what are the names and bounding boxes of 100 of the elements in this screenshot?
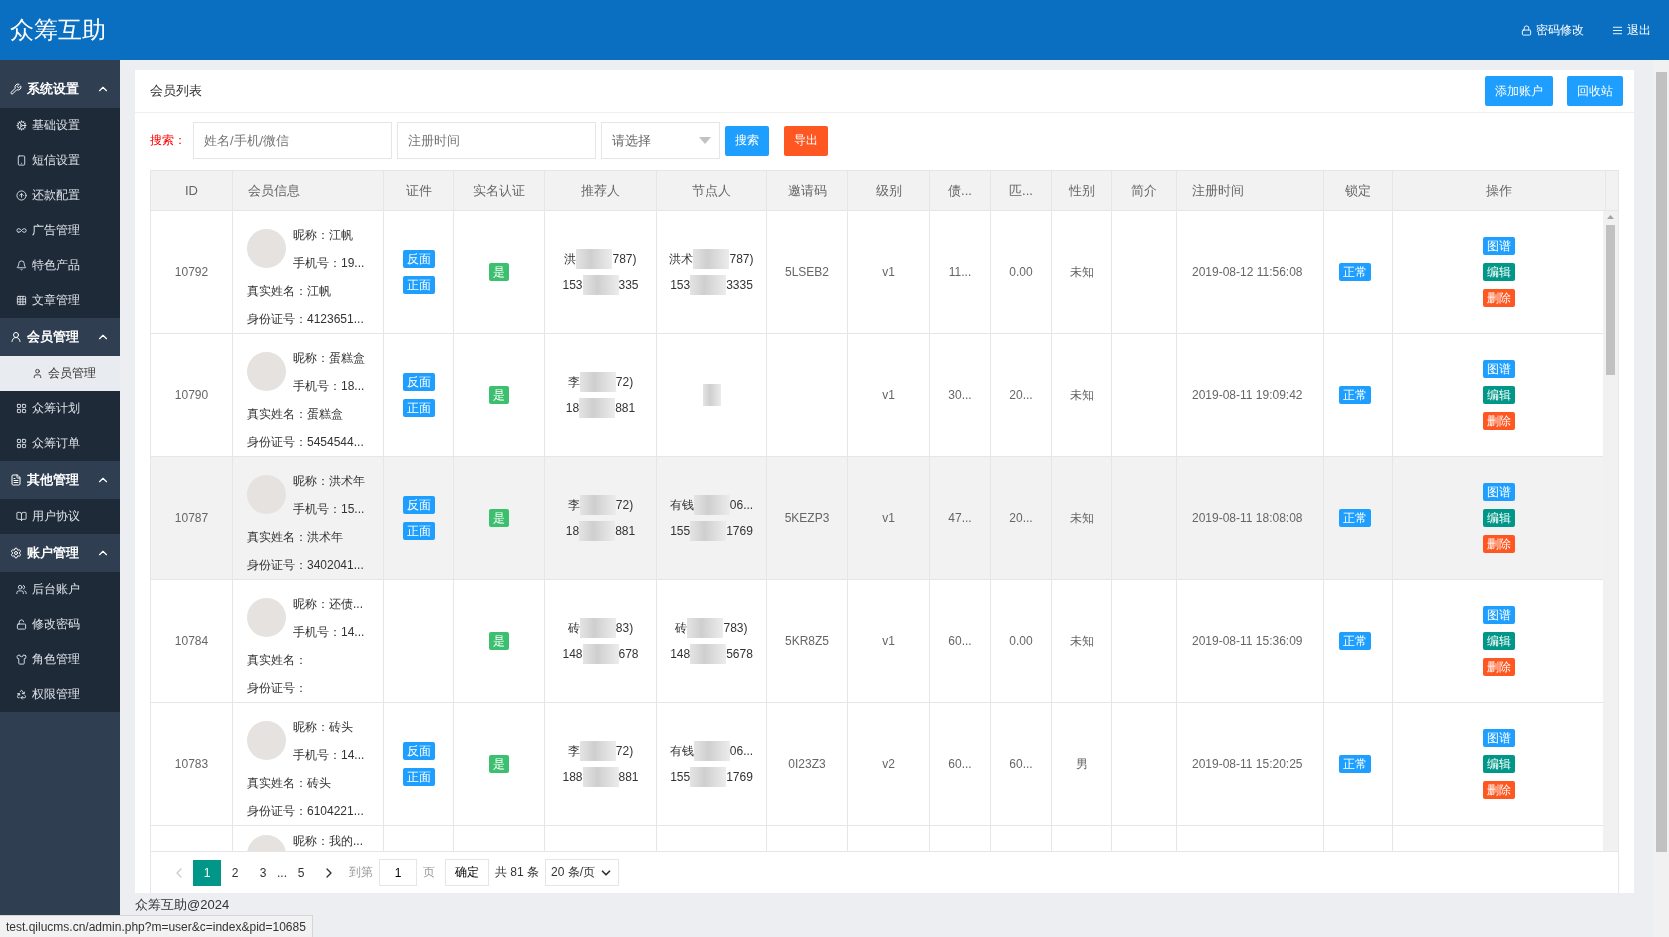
edit-button[interactable]: 编辑: [1483, 755, 1515, 773]
page-button[interactable]: 2: [221, 859, 249, 886]
column-header: 证件: [384, 171, 454, 210]
column-header: 实名认证: [454, 171, 545, 210]
item-icon: [16, 511, 27, 522]
delete-button[interactable]: 删除: [1483, 781, 1515, 799]
logout-link[interactable]: 退出: [1612, 21, 1651, 39]
goto-label: 到第: [349, 864, 373, 881]
document-link[interactable]: 正面: [402, 522, 435, 540]
lock-status-badge[interactable]: 正常: [1339, 632, 1371, 650]
search-button[interactable]: 搜索: [725, 125, 769, 156]
graph-button[interactable]: 图谱: [1483, 729, 1515, 747]
graph-button[interactable]: 图谱: [1483, 483, 1515, 501]
document-link[interactable]: 反面: [402, 373, 435, 391]
lock-status-badge[interactable]: 正常: [1339, 755, 1371, 773]
sidebar-item[interactable]: 文章管理: [0, 283, 120, 318]
member-info-text: 昵称：洪术年: [293, 472, 366, 490]
redaction-blur: [579, 741, 616, 761]
delete-button[interactable]: 删除: [1483, 289, 1515, 307]
referrer-text: 335: [618, 278, 639, 292]
page-number-field[interactable]: 1: [379, 859, 417, 886]
referrer-text: 72): [615, 375, 634, 389]
item-icon: [16, 584, 27, 595]
sidebar-item[interactable]: 特色产品: [0, 248, 120, 283]
confirm-button[interactable]: 确定: [445, 859, 489, 886]
edit-button[interactable]: 编辑: [1483, 632, 1515, 650]
table-scrollbar[interactable]: [1603, 211, 1618, 851]
table-cell: 47...: [948, 511, 972, 525]
filter-select[interactable]: 请选择: [601, 122, 720, 159]
document-link[interactable]: 正面: [402, 399, 435, 417]
sidebar-item[interactable]: 还款配置: [0, 178, 120, 213]
sidebar-item[interactable]: 用户协议: [0, 499, 120, 534]
change-password-link[interactable]: 密码修改: [1521, 21, 1584, 39]
gender-cell: 男: [1075, 755, 1088, 773]
level-cell: v2: [882, 757, 895, 771]
item-icon: [16, 403, 27, 414]
date-field[interactable]: 注册时间: [397, 122, 596, 159]
graph-button[interactable]: 图谱: [1483, 606, 1515, 624]
edit-button[interactable]: 编辑: [1483, 509, 1515, 527]
document-link[interactable]: 反面: [402, 742, 435, 760]
sidebar-item[interactable]: 后台账户: [0, 572, 120, 607]
sidebar-item[interactable]: 短信设置: [0, 143, 120, 178]
sidebar-item[interactable]: 众筹计划: [0, 391, 120, 426]
recycle-bin-button[interactable]: 回收站: [1567, 76, 1623, 106]
gender-cell: 未知: [1069, 386, 1094, 404]
sidebar-item[interactable]: 众筹订单: [0, 426, 120, 461]
column-header: 操作: [1393, 171, 1606, 210]
item-icon: [32, 368, 43, 379]
graph-button[interactable]: 图谱: [1483, 237, 1515, 255]
delete-button[interactable]: 删除: [1483, 535, 1515, 553]
node-text: 155: [670, 524, 691, 538]
redaction-blur: [579, 495, 616, 515]
item-icon: [16, 225, 27, 236]
scroll-thumb[interactable]: [1655, 72, 1667, 852]
sidebar-item[interactable]: 会员管理: [0, 356, 120, 391]
id-cell: 10790: [174, 388, 209, 402]
delete-button[interactable]: 删除: [1483, 658, 1515, 676]
sidebar-item[interactable]: 权限管理: [0, 677, 120, 712]
node-text: 06...: [729, 744, 754, 758]
page-button[interactable]: 1: [193, 859, 221, 886]
document-link[interactable]: 正面: [402, 768, 435, 786]
scroll-up-icon[interactable]: [1607, 215, 1614, 219]
sidebar-item[interactable]: 角色管理: [0, 642, 120, 677]
redaction-blur: [690, 275, 727, 295]
delete-button[interactable]: 删除: [1483, 412, 1515, 430]
page-button[interactable]: 5: [287, 859, 315, 886]
item-icon: [16, 190, 27, 201]
node-text: 砖: [675, 619, 688, 637]
sidebar-item[interactable]: 修改密码: [0, 607, 120, 642]
scroll-thumb[interactable]: [1606, 225, 1615, 375]
edit-button[interactable]: 编辑: [1483, 386, 1515, 404]
item-icon: [16, 295, 27, 306]
keyword-field[interactable]: 姓名/手机/微信: [193, 122, 392, 159]
column-header: 性别: [1052, 171, 1112, 210]
sidebar-item[interactable]: 基础设置: [0, 108, 120, 143]
lock-status-badge[interactable]: 正常: [1339, 263, 1371, 281]
menu-icon: [1612, 24, 1623, 36]
member-info-text: 身份证号：5454544...: [247, 433, 365, 451]
column-header: 邀请码: [767, 171, 848, 210]
document-link[interactable]: 反面: [402, 496, 435, 514]
column-header: 注册时间: [1177, 171, 1324, 210]
member-info-text: 真实姓名：江帆: [247, 282, 332, 300]
table-cell: 0.00: [1009, 265, 1033, 279]
document-link[interactable]: 反面: [402, 250, 435, 268]
page-button[interactable]: 3: [249, 859, 277, 886]
add-account-button[interactable]: 添加账户: [1485, 76, 1553, 106]
graph-button[interactable]: 图谱: [1483, 360, 1515, 378]
register-time-cell: 2019-08-12 11:56:08: [1192, 265, 1303, 279]
sidebar-item[interactable]: 广告管理: [0, 213, 120, 248]
export-button[interactable]: 导出: [784, 125, 828, 156]
page-size-select[interactable]: 20 条/页: [545, 859, 620, 886]
lock-status-badge[interactable]: 正常: [1339, 509, 1371, 527]
lock-status-badge[interactable]: 正常: [1339, 386, 1371, 404]
referrer-text: 148: [562, 647, 583, 661]
document-link[interactable]: 正面: [402, 276, 435, 294]
table-cell: 11...: [948, 265, 972, 279]
node-text: 153: [670, 278, 691, 292]
page-scrollbar[interactable]: [1653, 60, 1669, 937]
table-cell: 20...: [1009, 388, 1033, 402]
edit-button[interactable]: 编辑: [1483, 263, 1515, 281]
